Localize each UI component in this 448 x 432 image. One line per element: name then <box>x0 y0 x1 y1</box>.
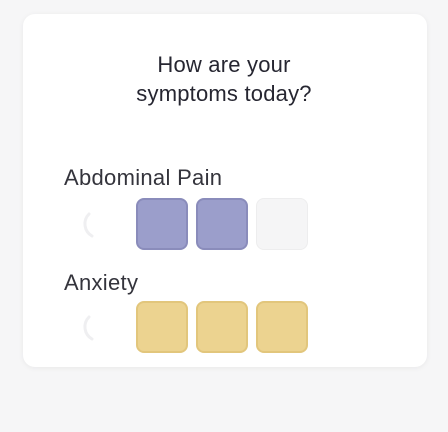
severity-none-button[interactable] <box>72 198 124 250</box>
symptom-label-anxiety: Anxiety <box>64 270 139 295</box>
severity-none-button[interactable] <box>72 301 124 353</box>
severity-scale-abdominal-pain <box>72 198 388 250</box>
severity-level-1[interactable] <box>136 198 188 250</box>
none-ring-icon <box>83 212 94 238</box>
symptom-label-abdominal-pain: Abdominal Pain <box>64 165 223 190</box>
severity-scale-anxiety <box>72 301 388 353</box>
severity-level-2[interactable] <box>196 301 248 353</box>
severity-level-3[interactable] <box>256 301 308 353</box>
question-line-1: How are your <box>157 52 291 77</box>
question-line-2: symptoms today? <box>136 81 312 106</box>
severity-level-2[interactable] <box>196 198 248 250</box>
question-heading: How are your symptoms today? <box>0 50 448 108</box>
severity-level-1[interactable] <box>136 301 188 353</box>
none-ring-icon <box>83 315 94 341</box>
severity-level-3[interactable] <box>256 198 308 250</box>
